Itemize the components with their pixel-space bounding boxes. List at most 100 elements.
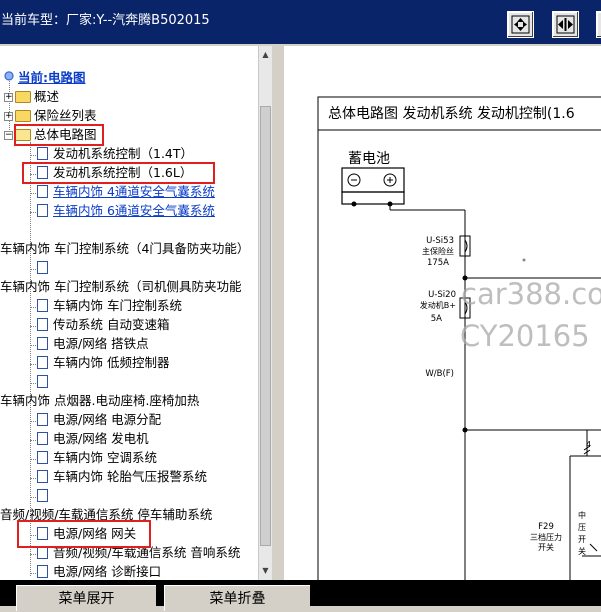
folder-icon [15, 110, 31, 122]
tree-line [30, 421, 36, 422]
scroll-up-icon[interactable]: ▲ [259, 48, 272, 62]
switch-name-2: 开关 [538, 542, 554, 552]
fuse2-name: 发动机B+ [420, 300, 456, 310]
switch-side-label: 关 [578, 546, 586, 556]
scrollbar-thumb[interactable] [260, 106, 271, 546]
watermark-code: CY20165 [460, 319, 590, 353]
tree-line [30, 573, 36, 574]
tree-item-label: 车辆内饰 车门控制系统 [53, 298, 182, 313]
highlight-box [14, 124, 104, 146]
document-icon [37, 413, 48, 426]
tree-item-engine-1-4t[interactable]: 发动机系统控制（1.4T） [37, 145, 193, 163]
tree-item-lf-controller[interactable]: 车辆内饰 低频控制器 [37, 354, 169, 372]
expand-icon[interactable]: + [4, 93, 13, 102]
document-icon [37, 299, 48, 312]
fuse2-id: U-Si20 [428, 290, 456, 300]
panel-splitter[interactable] [272, 44, 284, 580]
document-icon [37, 470, 48, 483]
tree-line [30, 345, 36, 346]
fit-height-button[interactable] [596, 11, 601, 38]
tree-item-label: 电源/网络 发电机 [53, 431, 149, 446]
circuit-diagram-drawing: 总体电路图 发动机系统 发动机控制(1.6 蓄电池 U-Si53 主保险丝 17… [317, 96, 601, 580]
expand-menu-button[interactable]: 菜单展开 [16, 585, 156, 611]
tree-item-auto-trans[interactable]: 传动系统 自动变速箱 [37, 316, 169, 334]
tree-item-label: 传动系统 自动变速箱 [53, 317, 170, 332]
tree-item-tpms[interactable]: 车辆内饰 轮胎气压报警系统 [37, 468, 207, 486]
vehicle-title: 当前车型：厂家:Y--汽奔腾B502015 [1, 13, 210, 28]
tree-item-blank[interactable] [37, 259, 53, 277]
tree-item-blank[interactable] [37, 373, 53, 391]
tree-item-fuse-list[interactable]: + 保险丝列表 [4, 107, 97, 125]
tree-item-generator[interactable]: 电源/网络 发电机 [37, 430, 149, 448]
tree-item-label: 车辆内饰 低频控制器 [53, 355, 170, 370]
fuse1-amp: 175A [427, 258, 449, 268]
fuse2-amp: 5A [431, 314, 442, 324]
watermark-site: car388.com [461, 277, 601, 311]
tree-item-power-dist[interactable]: 电源/网络 电源分配 [37, 411, 161, 429]
title-bar: 当前车型：厂家:Y--汽奔腾B502015 [0, 0, 601, 44]
wire-label: W/B(F) [425, 369, 454, 379]
tree-line [30, 326, 36, 327]
tree-item-label: 车辆内饰 轮胎气压报警系统 [53, 469, 207, 484]
document-icon [37, 489, 48, 502]
tree-item-blank[interactable] [37, 487, 53, 505]
menu-tree: 当前:电路图 + 概述 + 保险丝列表 − 总体电路图 发动机系统控制（1.4T） 发… [0, 46, 258, 580]
fit-window-button[interactable] [507, 11, 534, 38]
tree-item-ac[interactable]: 车辆内饰 空调系统 [37, 449, 157, 467]
collapse-icon[interactable]: − [4, 131, 13, 140]
tree-item-ground[interactable]: 电源/网络 搭铁点 [37, 335, 149, 353]
tree-line [30, 459, 36, 460]
tree-item-label: 车辆内饰 4通道安全气囊系统 [53, 184, 215, 199]
document-icon [37, 261, 48, 274]
collapse-menu-button[interactable]: 菜单折叠 [164, 585, 310, 611]
fit-width-icon [556, 15, 575, 34]
tree-root[interactable]: 当前:电路图 [3, 69, 86, 87]
tree-line [30, 497, 36, 498]
highlight-box [22, 162, 215, 184]
tree-item-label: 电源/网络 诊断接口 [53, 564, 162, 579]
tree-item-diag-port[interactable]: 电源/网络 诊断接口 [37, 563, 161, 580]
tree-item-door-driver[interactable]: 车辆内饰 车门控制系统（司机侧具防夹功能 [0, 278, 241, 296]
document-icon [37, 432, 48, 445]
tree-scrollbar[interactable]: ▲ ▼ [258, 46, 272, 580]
tree-item-label: 车辆内饰 车门控制系统（司机侧具防夹功能 [0, 279, 242, 294]
tree-item-airbag-4ch[interactable]: 车辆内饰 4通道安全气囊系统 [37, 183, 215, 201]
tree-line [30, 193, 36, 194]
tree-item-label: 车辆内饰 空调系统 [53, 450, 157, 465]
fit-window-icon [511, 15, 530, 34]
tree-line [30, 212, 36, 213]
document-icon [37, 337, 48, 350]
tree-item-door-4[interactable]: 车辆内饰 车门控制系统（4门具备防夹功能） [0, 240, 249, 258]
tree-item-airbag-6ch[interactable]: 车辆内饰 6通道安全气囊系统 [37, 202, 215, 220]
tree-item-label: 车辆内饰 点烟器.电动座椅.座椅加热 [0, 393, 200, 408]
diagram-title: 总体电路图 发动机系统 发动机控制(1.6 [328, 106, 575, 122]
tree-line [30, 440, 36, 441]
document-icon [37, 356, 48, 369]
switch-side-label: 压 [578, 523, 586, 532]
tree-item-label: 发动机系统控制（1.4T） [53, 146, 194, 161]
tree-line [30, 307, 36, 308]
tree-item-seat-heating[interactable]: 车辆内饰 点烟器.电动座椅.座椅加热 [0, 392, 199, 410]
document-icon [37, 565, 48, 578]
circuit-diagram[interactable]: 总体电路图 发动机系统 发动机控制(1.6 蓄电池 U-Si53 主保险丝 17… [284, 46, 601, 580]
tree-item-label: 电源/网络 电源分配 [53, 412, 162, 427]
fit-width-button[interactable] [552, 11, 579, 38]
battery-label: 蓄电池 [348, 151, 390, 167]
tree-line [30, 478, 36, 479]
document-icon [37, 147, 48, 160]
tree-item-door-control[interactable]: 车辆内饰 车门控制系统 [37, 297, 182, 315]
tree-line [30, 269, 36, 270]
tree-item-label: 车辆内饰 车门控制系统（4门具备防夹功能） [0, 241, 250, 256]
switch-side-label: 开 [578, 535, 586, 544]
tree-item-overview[interactable]: + 概述 [4, 88, 59, 106]
fuse1-name: 主保险丝 [422, 246, 454, 256]
tree-line [30, 383, 36, 384]
tree-line [30, 364, 36, 365]
tree-item-label: 保险丝列表 [34, 108, 97, 123]
expand-icon[interactable]: + [4, 112, 13, 121]
document-icon [37, 318, 48, 331]
document-icon [37, 185, 48, 198]
folder-icon [15, 91, 31, 103]
scroll-down-icon[interactable]: ▼ [259, 564, 272, 578]
fuse1-id: U-Si53 [426, 236, 454, 246]
